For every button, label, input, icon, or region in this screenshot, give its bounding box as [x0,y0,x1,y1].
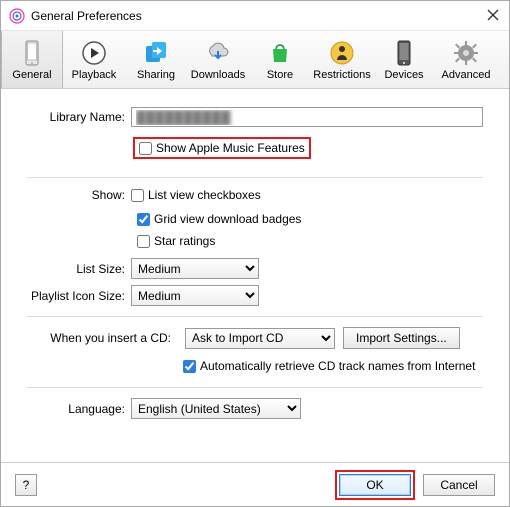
window-title: General Preferences [31,9,487,23]
playlist-icon-size-select[interactable]: Medium [131,285,259,306]
list-view-checkboxes-checkbox[interactable] [131,189,144,202]
cd-action-select[interactable]: Ask to Import CD [185,328,335,349]
tab-sharing[interactable]: Sharing [125,31,187,88]
list-size-label: List Size: [27,262,131,276]
toolbar: General Playback Sharing Downloads Store [1,31,509,89]
cd-insert-label: When you insert a CD: [27,331,177,345]
language-label: Language: [27,402,131,416]
play-icon [80,39,108,67]
separator [27,316,483,317]
show-apple-music-checkbox[interactable] [139,142,152,155]
library-name-field[interactable] [131,107,483,127]
tab-label: Downloads [191,69,245,81]
tab-label: General [12,69,51,81]
auto-retrieve-checkbox[interactable] [183,360,196,373]
apple-music-highlight: Show Apple Music Features [133,137,311,159]
tab-downloads[interactable]: Downloads [187,31,249,88]
gear-icon [452,39,480,67]
tab-label: Advanced [442,69,491,81]
device-icon [18,39,46,67]
tab-label: Devices [384,69,423,81]
tab-restrictions[interactable]: Restrictions [311,31,373,88]
auto-retrieve-label: Automatically retrieve CD track names fr… [200,359,475,373]
separator [27,177,483,178]
separator [27,387,483,388]
tab-general[interactable]: General [1,31,63,88]
import-settings-button[interactable]: Import Settings... [343,327,460,349]
cloud-download-icon [204,39,232,67]
tab-label: Store [267,69,293,81]
tab-label: Restrictions [313,69,370,81]
grid-view-badges-checkbox[interactable] [137,213,150,226]
tab-label: Playback [72,69,117,81]
devices-icon [390,39,418,67]
list-size-select[interactable]: Medium [131,258,259,279]
close-icon[interactable] [487,9,501,23]
tab-label: Sharing [137,69,175,81]
ok-highlight: OK [335,470,415,500]
tab-advanced[interactable]: Advanced [435,31,497,88]
app-icon [9,8,25,24]
cancel-button[interactable]: Cancel [423,474,495,496]
grid-view-badges-label: Grid view download badges [154,212,301,226]
tab-playback[interactable]: Playback [63,31,125,88]
titlebar: General Preferences [1,1,509,31]
ok-button[interactable]: OK [339,474,411,496]
preferences-window: General Preferences General Playback Sha… [0,0,510,507]
language-select[interactable]: English (United States) [131,398,301,419]
restrictions-icon [328,39,356,67]
sharing-icon [142,39,170,67]
star-ratings-label: Star ratings [154,234,215,248]
playlist-icon-size-label: Playlist Icon Size: [27,289,131,303]
list-view-checkboxes-label: List view checkboxes [148,188,261,202]
tab-devices[interactable]: Devices [373,31,435,88]
show-apple-music-label: Show Apple Music Features [156,141,305,155]
general-pane: Library Name: Show Apple Music Features … [1,89,509,462]
library-name-label: Library Name: [27,110,131,124]
store-icon [266,39,294,67]
footer: ? OK Cancel [1,462,509,506]
show-label: Show: [27,188,131,202]
star-ratings-checkbox[interactable] [137,235,150,248]
tab-store[interactable]: Store [249,31,311,88]
help-button[interactable]: ? [15,474,37,496]
